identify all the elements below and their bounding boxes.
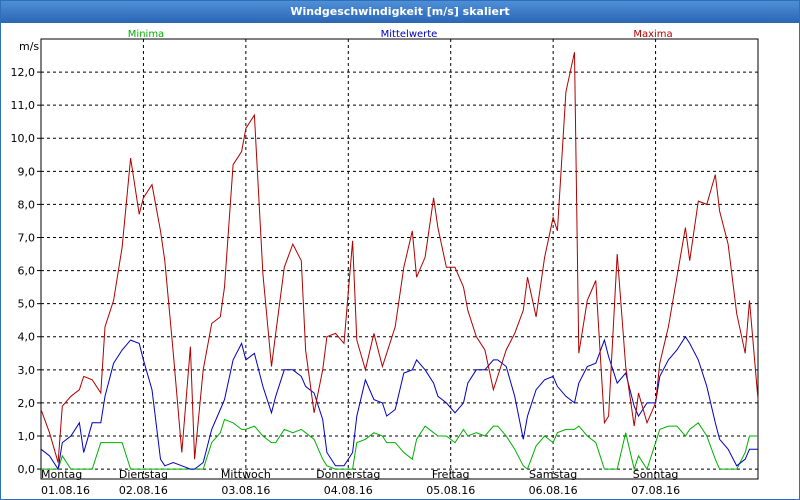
y-tick-label: 5,0 [18, 298, 36, 311]
legend-mittelwerte: Mittelwerte [381, 29, 438, 40]
x-tick-day-label: Montag [41, 468, 82, 481]
x-tick-day-label: Sonntag [633, 468, 679, 481]
x-tick-day-label: Mittwoch [221, 468, 271, 481]
y-tick-label: 0,0 [18, 463, 36, 476]
x-tick-day-label: Samstag [529, 468, 577, 481]
x-tick-date-label: 07.08.16 [631, 484, 680, 497]
y-tick-label: 8,0 [18, 198, 36, 211]
y-tick-label: 2,0 [18, 397, 36, 410]
legend-maxima: Maxima [633, 29, 672, 40]
x-tick-date-label: 03.08.16 [221, 484, 270, 497]
x-tick-day-label: Freitag [432, 468, 470, 481]
y-tick-label: 9,0 [18, 165, 36, 178]
y-tick-label: 4,0 [18, 331, 36, 344]
window-title: Windgeschwindigkeit [m/s] skaliert [1, 1, 799, 23]
y-tick-label: 3,0 [18, 364, 36, 377]
y-axis-label: m/s [19, 40, 39, 53]
chart-window: Windgeschwindigkeit [m/s] skaliert 0,0 1,… [0, 0, 800, 500]
x-tick-date-label: 01.08.16 [41, 484, 90, 497]
y-tick-label: 11,0 [11, 99, 36, 112]
plot-frame [40, 38, 759, 480]
y-tick-label: 10,0 [11, 132, 36, 145]
x-tick-date-label: 06.08.16 [529, 484, 578, 497]
y-axis-ticks: 0,0 1,0 2,0 3,0 4,0 5,0 6,0 7,0 8,0 9,0 10,0 11,0 12… [11, 66, 41, 476]
y-tick-label: 6,0 [18, 265, 36, 278]
y-tick-label: 1,0 [18, 430, 36, 443]
x-tick-date-label: 05.08.16 [426, 484, 475, 497]
x-tick-day-label: Dienstag [119, 468, 168, 481]
x-tick-date-label: 04.08.16 [324, 484, 373, 497]
x-tick-date-label: 02.08.16 [119, 484, 168, 497]
y-tick-label: 7,0 [18, 231, 36, 244]
x-tick-day-label: Donnerstag [316, 468, 380, 481]
y-tick-label: 12,0 [11, 66, 36, 79]
legend-minima: Minima [128, 29, 164, 40]
wind-speed-chart: 0,0 1,0 2,0 3,0 4,0 5,0 6,0 7,0 8,0 9,0 10,0 11,0 12… [11, 29, 759, 497]
